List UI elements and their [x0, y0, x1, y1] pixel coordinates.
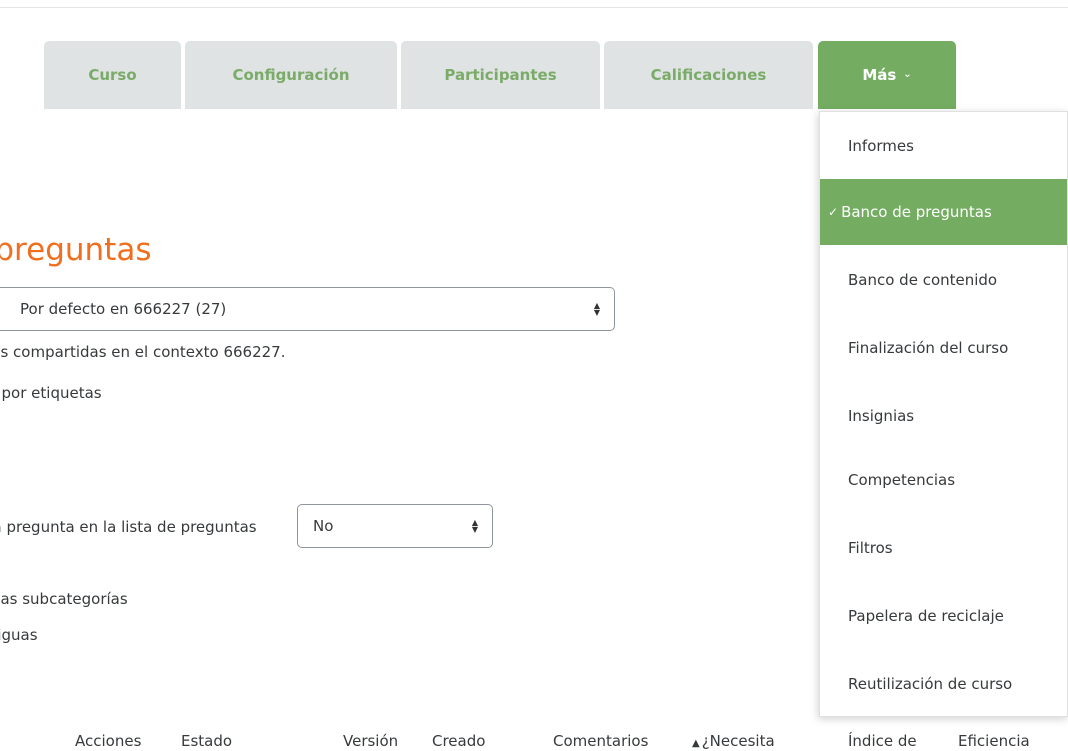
show-text-select[interactable]: No ▲ ▼ [297, 504, 493, 548]
show-text-label: Mostrar el texto de la pregunta en la li… [0, 518, 257, 536]
tab-mas[interactable]: Más ⌄ [818, 41, 956, 109]
old-questions-label[interactable]: Mostrar también preguntas antiguas [0, 626, 38, 644]
menu-item-banco-de-contenido[interactable]: Banco de contenido [820, 247, 1067, 313]
menu-item-reutilizacion-de-curso[interactable]: Reutilización de curso [820, 651, 1067, 716]
check-icon: ✓ [828, 205, 839, 219]
show-text-select-value: No [313, 517, 334, 535]
column-header-eficiencia[interactable]: Eficiencia [958, 732, 1030, 750]
menu-item-papelera-de-reciclaje[interactable]: Papelera de reciclaje [820, 583, 1067, 649]
column-header-creado[interactable]: Creado [432, 732, 485, 750]
tab-label: Curso [88, 66, 137, 84]
subcategories-label[interactable]: Mostrar también preguntas de las subcate… [0, 590, 128, 608]
tab-label: Más [862, 66, 897, 84]
menu-item-competencias[interactable]: Competencias [820, 447, 1067, 513]
shared-questions-text: Preguntas compartidas en el contexto 666… [0, 343, 286, 361]
tab-label: Calificaciones [650, 66, 767, 84]
menu-item-filtros[interactable]: Filtros [820, 515, 1067, 581]
tag-filter-link[interactable]: Filtro por etiquetas [0, 384, 102, 402]
tab-configuracion[interactable]: Configuración [185, 41, 397, 109]
menu-item-banco-de-preguntas[interactable]: ✓ Banco de preguntas [820, 179, 1067, 245]
column-header-acciones: Acciones [75, 732, 142, 750]
tab-curso[interactable]: Curso [44, 41, 181, 109]
menu-item-finalizacion-del-curso[interactable]: Finalización del curso [820, 315, 1067, 381]
column-header-comentarios[interactable]: Comentarios [553, 732, 648, 750]
column-header-necesita[interactable]: ▲ ¿Necesita [692, 732, 775, 750]
updown-arrows-icon: ▲ ▼ [593, 301, 600, 317]
category-select-value: Por defecto en 666227 (27) [20, 300, 227, 318]
more-dropdown-menu: Informes ✓ Banco de preguntas Banco de co… [819, 111, 1068, 717]
column-header-indice[interactable]: Índice de [848, 732, 917, 750]
tab-participantes[interactable]: Participantes [401, 41, 600, 109]
page-title: Banco de preguntas [0, 232, 152, 268]
updown-arrows-icon: ▲ ▼ [471, 518, 478, 534]
top-divider [0, 7, 1068, 8]
tab-label: Participantes [444, 66, 557, 84]
category-select[interactable]: Por defecto en 666227 (27) ▲ ▼ [0, 287, 615, 331]
column-header-version[interactable]: Versión [343, 732, 398, 750]
chevron-down-icon: ⌄ [903, 68, 912, 80]
menu-item-insignias[interactable]: Insignias [820, 383, 1067, 449]
column-header-estado[interactable]: Estado [181, 732, 232, 750]
menu-item-informes[interactable]: Informes [820, 113, 1067, 179]
tab-calificaciones[interactable]: Calificaciones [604, 41, 813, 109]
tab-label: Configuración [232, 66, 350, 84]
sort-icon: ▲ [692, 738, 700, 749]
